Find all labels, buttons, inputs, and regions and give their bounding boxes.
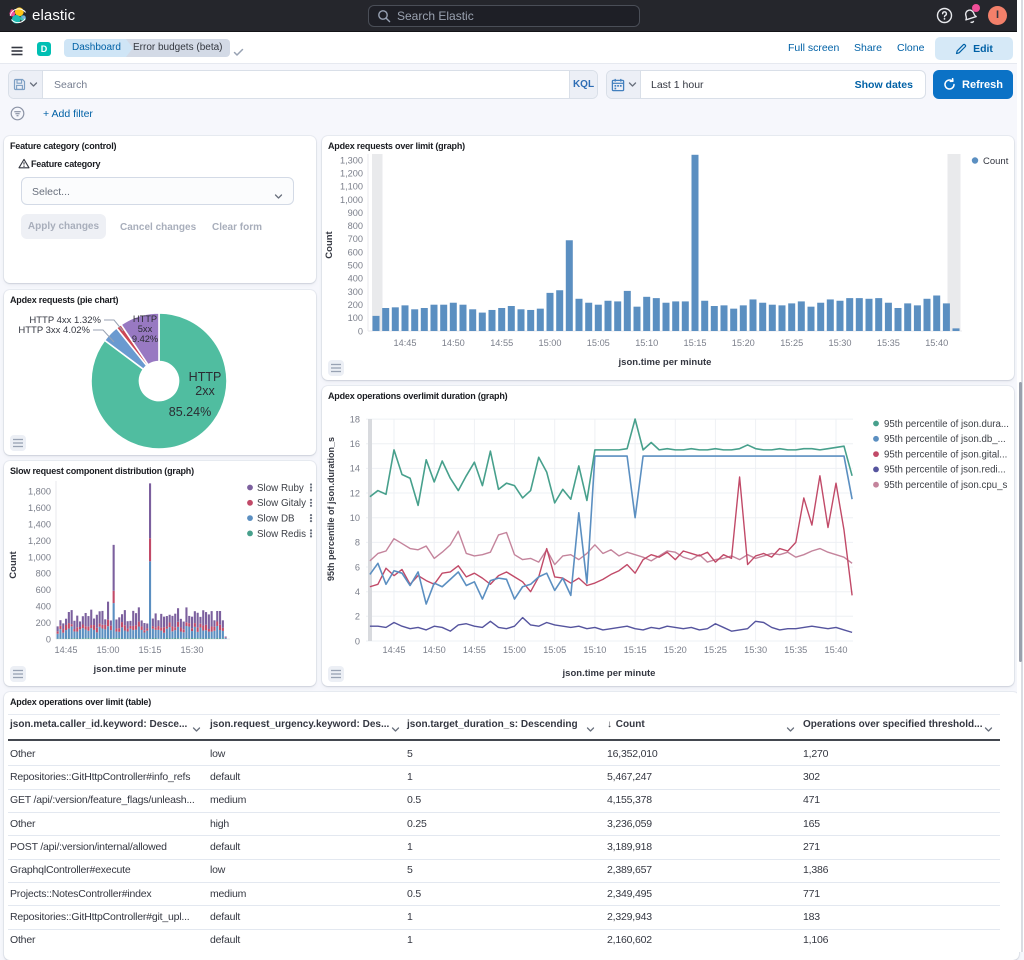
- svg-text:Count: Count: [8, 550, 19, 578]
- svg-text:900: 900: [348, 208, 363, 218]
- svg-text:16: 16: [350, 439, 360, 449]
- svg-text:Slow DB: Slow DB: [257, 514, 295, 525]
- svg-text:95th percentile of json.dura..: 95th percentile of json.dura...: [884, 419, 1009, 430]
- svg-text:1,200: 1,200: [28, 536, 51, 546]
- svg-text:800: 800: [348, 221, 363, 231]
- svg-text:4: 4: [355, 587, 360, 597]
- svg-text:200: 200: [36, 618, 51, 628]
- svg-text:18: 18: [350, 414, 360, 424]
- svg-text:95th percentile of json.durati: 95th percentile of json.duration_s: [326, 437, 336, 581]
- svg-text:2: 2: [355, 612, 360, 622]
- svg-text:1,000: 1,000: [340, 195, 363, 205]
- svg-text:15:15: 15:15: [684, 338, 707, 348]
- svg-text:600: 600: [36, 585, 51, 595]
- svg-text:15:05: 15:05: [587, 338, 610, 348]
- svg-text:95th percentile of json.redi..: 95th percentile of json.redi...: [884, 465, 1006, 476]
- svg-text:10: 10: [350, 513, 360, 523]
- svg-text:15:15: 15:15: [139, 645, 162, 655]
- svg-text:14:50: 14:50: [423, 645, 446, 655]
- svg-text:15:00: 15:00: [503, 645, 526, 655]
- svg-text:800: 800: [36, 569, 51, 579]
- svg-text:15:00: 15:00: [539, 338, 562, 348]
- svg-text:HTTP: HTTP: [189, 370, 222, 384]
- svg-text:json.time per minute: json.time per minute: [618, 357, 712, 368]
- svg-text:15:40: 15:40: [825, 645, 848, 655]
- svg-text:Count: Count: [324, 230, 335, 258]
- svg-text:Slow Gitaly: Slow Gitaly: [257, 498, 306, 509]
- svg-text:0: 0: [355, 636, 360, 646]
- svg-text:15:40: 15:40: [925, 338, 948, 348]
- svg-text:2xx: 2xx: [195, 384, 215, 398]
- svg-text:15:30: 15:30: [744, 645, 767, 655]
- svg-text:15:25: 15:25: [780, 338, 803, 348]
- svg-text:8: 8: [355, 538, 360, 548]
- svg-text:600: 600: [348, 247, 363, 257]
- svg-text:12: 12: [350, 488, 360, 498]
- svg-text:HTTP 3xx 4.02%: HTTP 3xx 4.02%: [18, 325, 90, 336]
- svg-text:200: 200: [348, 300, 363, 310]
- svg-text:15:15: 15:15: [624, 645, 647, 655]
- svg-text:14:50: 14:50: [442, 338, 465, 348]
- svg-text:95th percentile of json.gital.: 95th percentile of json.gital...: [884, 449, 1007, 460]
- svg-text:json.time per minute: json.time per minute: [93, 664, 187, 675]
- svg-text:14:45: 14:45: [383, 645, 406, 655]
- svg-text:14: 14: [350, 464, 360, 474]
- svg-text:15:25: 15:25: [704, 645, 727, 655]
- svg-text:15:30: 15:30: [181, 645, 204, 655]
- svg-text:Slow Redis: Slow Redis: [257, 529, 306, 540]
- svg-text:400: 400: [36, 602, 51, 612]
- svg-text:1,200: 1,200: [340, 169, 363, 179]
- svg-text:6: 6: [355, 562, 360, 572]
- svg-text:14:45: 14:45: [394, 338, 417, 348]
- svg-text:14:45: 14:45: [55, 645, 78, 655]
- svg-text:15:35: 15:35: [784, 645, 807, 655]
- svg-text:0: 0: [46, 634, 51, 644]
- svg-text:15:20: 15:20: [664, 645, 687, 655]
- svg-text:1,600: 1,600: [28, 503, 51, 513]
- svg-text:15:10: 15:10: [635, 338, 658, 348]
- svg-text:15:20: 15:20: [732, 338, 755, 348]
- svg-text:95th percentile of json.db_...: 95th percentile of json.db_...: [884, 434, 1006, 445]
- svg-text:HTTP: HTTP: [133, 314, 157, 324]
- svg-text:1,100: 1,100: [340, 182, 363, 192]
- svg-text:15:10: 15:10: [583, 645, 606, 655]
- svg-text:15:30: 15:30: [829, 338, 852, 348]
- svg-text:Count: Count: [983, 156, 1009, 167]
- svg-text:14:55: 14:55: [490, 338, 513, 348]
- svg-text:0: 0: [358, 326, 363, 336]
- svg-text:300: 300: [348, 287, 363, 297]
- svg-text:5xx: 5xx: [138, 324, 153, 334]
- svg-text:400: 400: [348, 274, 363, 284]
- svg-text:15:05: 15:05: [543, 645, 566, 655]
- svg-text:1,300: 1,300: [340, 155, 363, 165]
- svg-text:1,800: 1,800: [28, 487, 51, 497]
- svg-text:500: 500: [348, 261, 363, 271]
- svg-text:15:35: 15:35: [877, 338, 900, 348]
- svg-text:85.24%: 85.24%: [169, 405, 211, 419]
- svg-text:json.time per minute: json.time per minute: [562, 668, 656, 679]
- svg-text:9.42%: 9.42%: [132, 334, 158, 344]
- svg-text:95th percentile of json.cpu_s: 95th percentile of json.cpu_s: [884, 480, 1007, 491]
- svg-text:100: 100: [348, 313, 363, 323]
- svg-text:1,400: 1,400: [28, 520, 51, 530]
- svg-text:Slow Ruby: Slow Ruby: [257, 483, 304, 494]
- svg-text:15:00: 15:00: [97, 645, 120, 655]
- svg-text:14:55: 14:55: [463, 645, 486, 655]
- svg-text:700: 700: [348, 234, 363, 244]
- svg-text:1,000: 1,000: [28, 552, 51, 562]
